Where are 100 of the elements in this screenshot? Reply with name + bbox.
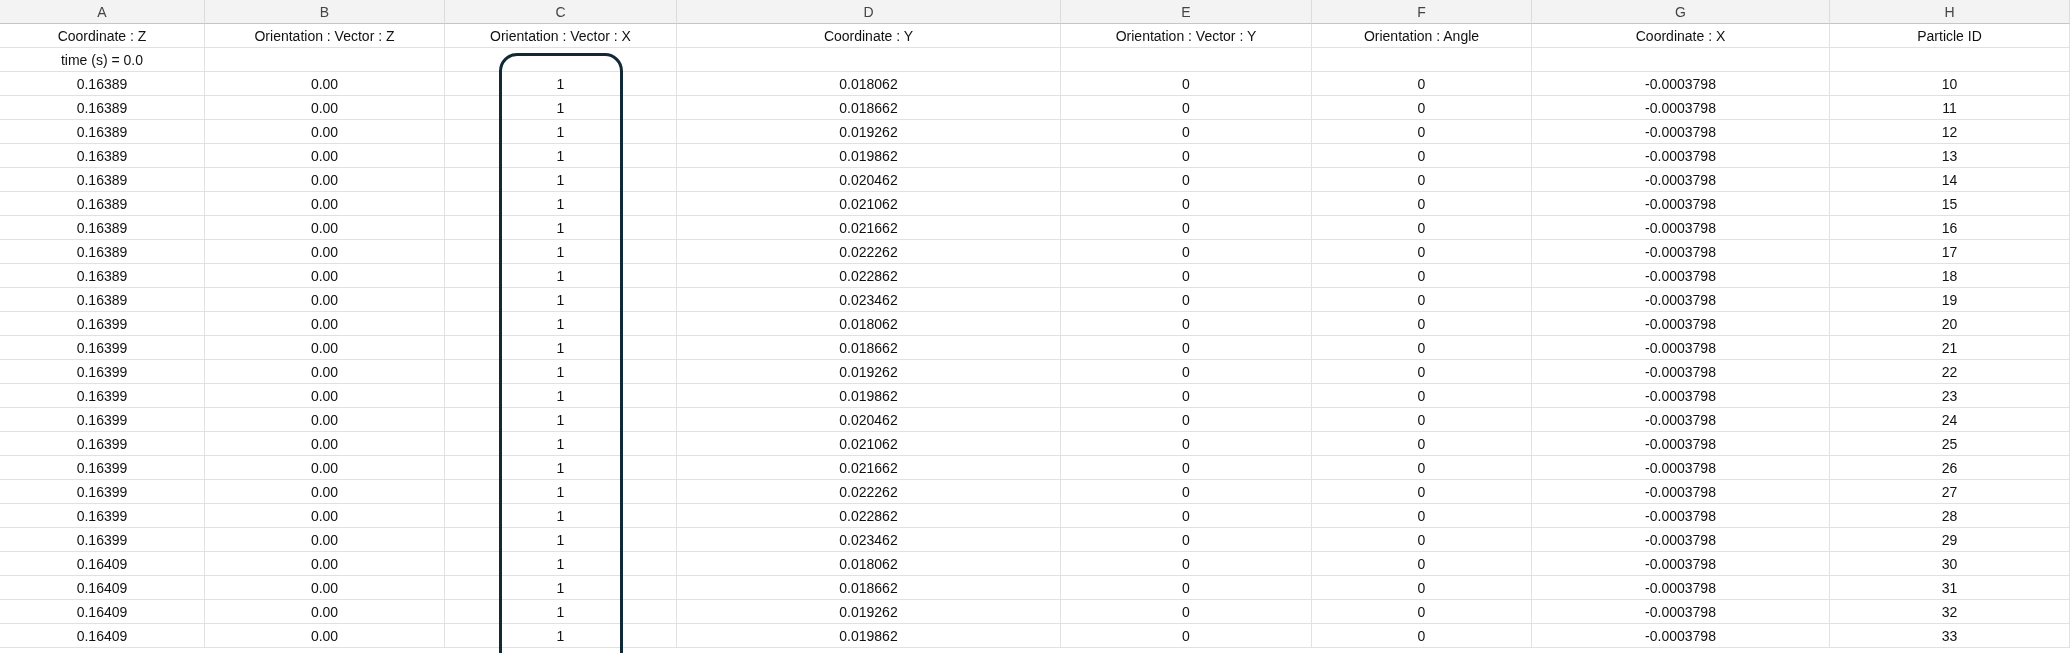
table-cell: -0.0003798 bbox=[1532, 144, 1830, 168]
table-cell: 23 bbox=[1830, 384, 2070, 408]
column-letter[interactable]: C bbox=[445, 0, 677, 24]
table-cell: 28 bbox=[1830, 504, 2070, 528]
table-cell: 0.16389 bbox=[0, 120, 205, 144]
table-cell: 0.16399 bbox=[0, 528, 205, 552]
table-cell: 0 bbox=[1312, 624, 1532, 648]
table-cell: 1 bbox=[445, 480, 677, 504]
table-cell: -0.0003798 bbox=[1532, 576, 1830, 600]
table-cell: 0 bbox=[1312, 240, 1532, 264]
table-cell: 0 bbox=[1061, 240, 1312, 264]
table-cell: 0.00 bbox=[205, 264, 445, 288]
table-cell: -0.0003798 bbox=[1532, 240, 1830, 264]
table-cell: 25 bbox=[1830, 432, 2070, 456]
table-cell: 1 bbox=[445, 192, 677, 216]
table-cell: 0.16399 bbox=[0, 360, 205, 384]
table-cell: 0 bbox=[1312, 288, 1532, 312]
table-cell: 1 bbox=[445, 528, 677, 552]
table-cell: 0.00 bbox=[205, 432, 445, 456]
table-cell: 33 bbox=[1830, 624, 2070, 648]
column-letter[interactable]: F bbox=[1312, 0, 1532, 24]
table-cell: 0.16389 bbox=[0, 192, 205, 216]
table-cell: 0 bbox=[1061, 96, 1312, 120]
header-cell: Coordinate : X bbox=[1532, 24, 1830, 48]
table-cell: 0.00 bbox=[205, 312, 445, 336]
table-cell: -0.0003798 bbox=[1532, 72, 1830, 96]
table-cell: 0.16389 bbox=[0, 288, 205, 312]
table-cell: 0.021062 bbox=[677, 432, 1061, 456]
table-cell: 0 bbox=[1312, 192, 1532, 216]
table-cell: 29 bbox=[1830, 528, 2070, 552]
table-cell: 0 bbox=[1061, 120, 1312, 144]
header-cell: Coordinate : Y bbox=[677, 24, 1061, 48]
table-cell: 1 bbox=[445, 240, 677, 264]
table-cell: 0.16399 bbox=[0, 384, 205, 408]
table-cell: 11 bbox=[1830, 96, 2070, 120]
table-cell: 0 bbox=[1312, 168, 1532, 192]
table-cell: 0.00 bbox=[205, 120, 445, 144]
table-cell: -0.0003798 bbox=[1532, 168, 1830, 192]
table-cell: 1 bbox=[445, 72, 677, 96]
table-cell: 1 bbox=[445, 120, 677, 144]
table-cell: 0.16399 bbox=[0, 312, 205, 336]
table-cell: 0.00 bbox=[205, 408, 445, 432]
table-cell: 0 bbox=[1312, 120, 1532, 144]
column-letter[interactable]: D bbox=[677, 0, 1061, 24]
table-cell: 1 bbox=[445, 360, 677, 384]
table-cell: 17 bbox=[1830, 240, 2070, 264]
table-cell: 0 bbox=[1312, 360, 1532, 384]
table-cell: -0.0003798 bbox=[1532, 600, 1830, 624]
table-cell: 0 bbox=[1061, 624, 1312, 648]
table-cell: 0.00 bbox=[205, 96, 445, 120]
table-cell: 0.021662 bbox=[677, 456, 1061, 480]
table-cell: 0 bbox=[1312, 600, 1532, 624]
table-cell: 0.019862 bbox=[677, 624, 1061, 648]
table-cell: 0.16399 bbox=[0, 504, 205, 528]
table-cell: 0.16409 bbox=[0, 624, 205, 648]
table-cell: -0.0003798 bbox=[1532, 384, 1830, 408]
table-cell: 0 bbox=[1312, 480, 1532, 504]
table-cell: 0.00 bbox=[205, 552, 445, 576]
table-cell: 0.16389 bbox=[0, 216, 205, 240]
table-cell: 0 bbox=[1312, 384, 1532, 408]
table-cell: 1 bbox=[445, 384, 677, 408]
table-cell: 0 bbox=[1061, 312, 1312, 336]
header-cell: Orientation : Vector : Z bbox=[205, 24, 445, 48]
table-cell: -0.0003798 bbox=[1532, 456, 1830, 480]
table-cell: 0.00 bbox=[205, 216, 445, 240]
table-cell: 0 bbox=[1061, 480, 1312, 504]
header-cell: Orientation : Angle bbox=[1312, 24, 1532, 48]
column-letter[interactable]: H bbox=[1830, 0, 2070, 24]
table-cell: 0 bbox=[1312, 456, 1532, 480]
table-cell: -0.0003798 bbox=[1532, 552, 1830, 576]
table-cell: -0.0003798 bbox=[1532, 288, 1830, 312]
table-cell: 0 bbox=[1312, 432, 1532, 456]
table-cell: 0 bbox=[1312, 96, 1532, 120]
table-cell: 21 bbox=[1830, 336, 2070, 360]
table-cell: 1 bbox=[445, 624, 677, 648]
table-cell: 0.16389 bbox=[0, 264, 205, 288]
table-cell: 0.16399 bbox=[0, 336, 205, 360]
table-cell: 0.00 bbox=[205, 168, 445, 192]
column-letter[interactable]: A bbox=[0, 0, 205, 24]
table-cell: 0.16409 bbox=[0, 576, 205, 600]
table-cell: 0.00 bbox=[205, 288, 445, 312]
table-cell: 0 bbox=[1061, 168, 1312, 192]
table-cell: -0.0003798 bbox=[1532, 192, 1830, 216]
table-cell: 0.020462 bbox=[677, 168, 1061, 192]
table-cell: 0 bbox=[1061, 600, 1312, 624]
table-cell: 0.023462 bbox=[677, 288, 1061, 312]
table-cell: 0.00 bbox=[205, 360, 445, 384]
table-cell: 1 bbox=[445, 312, 677, 336]
table-cell: 0.00 bbox=[205, 624, 445, 648]
table-cell: 0.00 bbox=[205, 480, 445, 504]
table-cell: 0.018062 bbox=[677, 312, 1061, 336]
table-cell: 18 bbox=[1830, 264, 2070, 288]
table-cell: 0.00 bbox=[205, 240, 445, 264]
column-letter[interactable]: E bbox=[1061, 0, 1312, 24]
table-cell: 1 bbox=[445, 96, 677, 120]
table-cell: 0.16409 bbox=[0, 600, 205, 624]
table-cell: 1 bbox=[445, 600, 677, 624]
table-cell: 0.018062 bbox=[677, 552, 1061, 576]
column-letter[interactable]: B bbox=[205, 0, 445, 24]
column-letter[interactable]: G bbox=[1532, 0, 1830, 24]
